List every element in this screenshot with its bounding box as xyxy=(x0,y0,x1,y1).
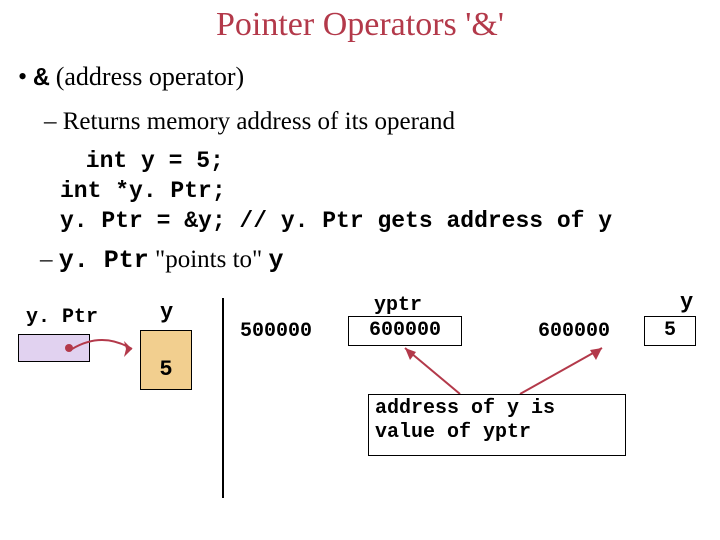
left-yptr-box xyxy=(18,334,90,362)
right-yptr-label: yptr xyxy=(374,294,422,317)
right-yptr-box: 600000 xyxy=(348,316,462,346)
right-note-box: address of y is value of yptr xyxy=(368,394,626,456)
left-y-value: 5 xyxy=(141,357,191,382)
bullet-level-2-returns: – Returns memory address of its operand xyxy=(44,108,455,136)
code-line-3: y. Ptr = &y; // y. Ptr gets address of y xyxy=(60,208,612,234)
code-line-1: int y = 5; xyxy=(72,148,224,174)
left-yptr-dot xyxy=(65,344,73,352)
left-y-label: y xyxy=(160,300,173,325)
right-addr-500000: 500000 xyxy=(240,320,312,343)
y-text: y xyxy=(269,246,284,275)
note-line-2: value of yptr xyxy=(375,421,619,445)
slide-title: Pointer Operators '&' xyxy=(0,6,720,44)
right-y-box: 5 xyxy=(644,316,696,346)
note-line-1: address of y is xyxy=(375,397,619,421)
vertical-divider xyxy=(222,298,224,498)
right-y-label: y xyxy=(680,290,693,315)
left-y-box: 5 xyxy=(140,330,192,390)
dash-prefix: – xyxy=(40,246,59,273)
ampersand-code: & xyxy=(34,63,50,93)
yptr-text: y. Ptr xyxy=(59,246,149,275)
bullet-level-1: • & (address operator) xyxy=(18,62,244,93)
bullet-level-2-points-to: – y. Ptr "points to" y xyxy=(40,246,284,275)
points-to-text: "points to" xyxy=(149,246,269,273)
right-addr-600000: 600000 xyxy=(538,320,610,343)
left-yptr-label: y. Ptr xyxy=(26,306,98,329)
code-line-2: int *y. Ptr; xyxy=(60,178,226,204)
slide: Pointer Operators '&' • & (address opera… xyxy=(0,0,720,540)
